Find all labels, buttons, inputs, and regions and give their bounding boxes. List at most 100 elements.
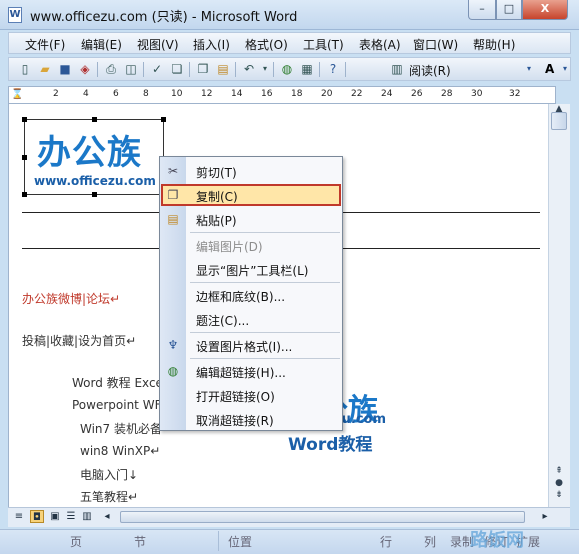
ruler-number: 14 <box>231 89 243 99</box>
context-edit-hyperlink[interactable]: 编辑超链接(H)... <box>196 364 286 381</box>
resize-handle[interactable] <box>161 117 166 122</box>
status-position: 位置 <box>228 535 253 549</box>
open-folder-icon[interactable]: ▰ <box>37 61 53 77</box>
toolbar-separator <box>345 62 346 77</box>
context-show-picture-toolbar[interactable]: 显示“图片”工具栏(L) <box>196 262 308 279</box>
scroll-left-icon[interactable]: ◂ <box>100 510 114 523</box>
horizontal-ruler[interactable]: ⌛ 2 4 6 8 10 12 14 16 18 20 22 24 26 28 … <box>8 86 556 104</box>
font-color-button[interactable]: A <box>545 62 554 76</box>
print-icon[interactable]: ⎙ <box>103 61 119 77</box>
context-paste[interactable]: 粘贴(P) <box>196 212 237 229</box>
window-title: www.officezu.com (只读) - Microsoft Word <box>30 10 298 25</box>
indent-marker[interactable]: ⌛ <box>11 89 23 100</box>
context-cut[interactable]: 剪切(T) <box>196 164 237 181</box>
paste-icon: ▤ <box>167 212 179 226</box>
status-column: 列 <box>424 535 437 549</box>
copy-icon[interactable]: ❐ <box>195 61 211 77</box>
ruler-number: 26 <box>411 89 423 99</box>
previous-page-icon[interactable]: ⇞ <box>552 466 566 476</box>
watermark-subtitle: Word教程 <box>288 435 373 455</box>
browse-object-icon[interactable]: ● <box>552 478 566 488</box>
status-page: 页 <box>70 535 83 549</box>
menu-format[interactable]: 格式(O) <box>245 36 288 53</box>
status-section: 节 <box>134 535 147 549</box>
print-preview-icon[interactable]: ◫ <box>123 61 139 77</box>
menu-separator <box>190 358 340 359</box>
save-icon[interactable]: ■ <box>57 61 73 77</box>
close-button[interactable]: X <box>522 0 568 20</box>
maximize-button[interactable]: □ <box>496 0 522 20</box>
ruler-number: 2 <box>53 89 59 99</box>
copy-icon: ❐ <box>167 188 179 202</box>
menu-separator <box>190 282 340 283</box>
paste-icon[interactable]: ▤ <box>215 61 231 77</box>
menu-help[interactable]: 帮助(H) <box>473 36 515 53</box>
word-app-icon[interactable]: W <box>8 7 22 23</box>
toolbar-separator <box>273 62 274 77</box>
menu-view[interactable]: 视图(V) <box>137 36 179 53</box>
resize-handle[interactable] <box>92 117 97 122</box>
vertical-scroll-thumb[interactable] <box>551 112 567 130</box>
research-icon[interactable]: ❏ <box>169 61 185 77</box>
outline-view-icon[interactable]: ☰ <box>64 510 78 523</box>
doc-line-tougao: 投稿|收藏|设为首页↵ <box>22 334 137 348</box>
doc-line: Word 教程 Exce <box>72 376 163 390</box>
menu-window[interactable]: 窗口(W) <box>413 36 458 53</box>
toolbar-separator <box>143 62 144 77</box>
ruler-number: 16 <box>261 89 273 99</box>
toolbar-separator <box>235 62 236 77</box>
context-menu-highlight <box>161 184 341 206</box>
ruler-number: 8 <box>143 89 149 99</box>
status-line: 行 <box>380 535 393 549</box>
scissors-icon: ✂ <box>167 164 179 178</box>
read-mode-button-label[interactable]: 阅读(R) <box>409 62 451 79</box>
doc-line: 五笔教程↵ <box>80 490 139 504</box>
context-format-picture[interactable]: 设置图片格式(I)... <box>196 338 292 355</box>
horizontal-scroll-thumb[interactable] <box>120 511 525 523</box>
menu-file[interactable]: 文件(F) <box>25 36 65 53</box>
context-borders-shading[interactable]: 边框和底纹(B)... <box>196 288 285 305</box>
context-copy[interactable]: 复制(C) <box>196 188 238 205</box>
spelling-icon[interactable]: ✓ <box>149 61 165 77</box>
web-layout-view-icon[interactable]: ◘ <box>30 510 44 523</box>
doc-line: Powerpoint WF <box>72 398 162 412</box>
toolbar-options-icon[interactable]: ▾ <box>521 61 537 77</box>
context-open-hyperlink[interactable]: 打开超链接(O) <box>196 388 275 405</box>
ruler-number: 12 <box>201 89 213 99</box>
menu-edit[interactable]: 编辑(E) <box>81 36 122 53</box>
context-edit-picture: 编辑图片(D) <box>196 240 263 254</box>
print-layout-view-icon[interactable]: ▣ <box>48 510 62 523</box>
ruler-number: 22 <box>351 89 363 99</box>
menu-table[interactable]: 表格(A) <box>359 36 401 53</box>
ruler-number: 6 <box>113 89 119 99</box>
help-icon[interactable]: ? <box>325 61 341 77</box>
next-page-icon[interactable]: ⇟ <box>552 490 566 500</box>
read-mode-icon[interactable]: ▥ <box>389 61 405 77</box>
resize-handle[interactable] <box>22 155 27 160</box>
reading-layout-view-icon[interactable]: ▥ <box>80 510 94 523</box>
hyperlink-icon: ◍ <box>167 364 179 378</box>
resize-handle[interactable] <box>92 192 97 197</box>
toolbar-options-icon[interactable]: ▾ <box>557 61 573 77</box>
permission-icon[interactable]: ◈ <box>77 61 93 77</box>
scroll-right-icon[interactable]: ▸ <box>538 510 552 523</box>
undo-dropdown-icon[interactable]: ▾ <box>257 61 273 77</box>
ruler-number: 30 <box>471 89 483 99</box>
vertical-scrollbar[interactable] <box>548 104 570 507</box>
minimize-button[interactable]: – <box>468 0 496 20</box>
ruler-number: 10 <box>171 89 183 99</box>
resize-handle[interactable] <box>22 117 27 122</box>
undo-icon[interactable]: ↶ <box>241 61 257 77</box>
ruler-number: 24 <box>381 89 393 99</box>
resize-handle[interactable] <box>22 192 27 197</box>
menu-insert[interactable]: 插入(I) <box>193 36 230 53</box>
hyperlink-icon[interactable]: ◍ <box>279 61 295 77</box>
context-remove-hyperlink[interactable]: 取消超链接(R) <box>196 412 274 429</box>
table-icon[interactable]: ▦ <box>299 61 315 77</box>
menu-bar: 文件(F) 编辑(E) 视图(V) 插入(I) 格式(O) 工具(T) 表格(A… <box>8 32 571 54</box>
context-caption[interactable]: 题注(C)... <box>196 312 249 329</box>
menu-tools[interactable]: 工具(T) <box>303 36 344 53</box>
corner-watermark: 路饭网 <box>470 530 524 551</box>
new-doc-icon[interactable]: ▯ <box>17 61 33 77</box>
normal-view-icon[interactable]: ≡ <box>12 510 26 523</box>
